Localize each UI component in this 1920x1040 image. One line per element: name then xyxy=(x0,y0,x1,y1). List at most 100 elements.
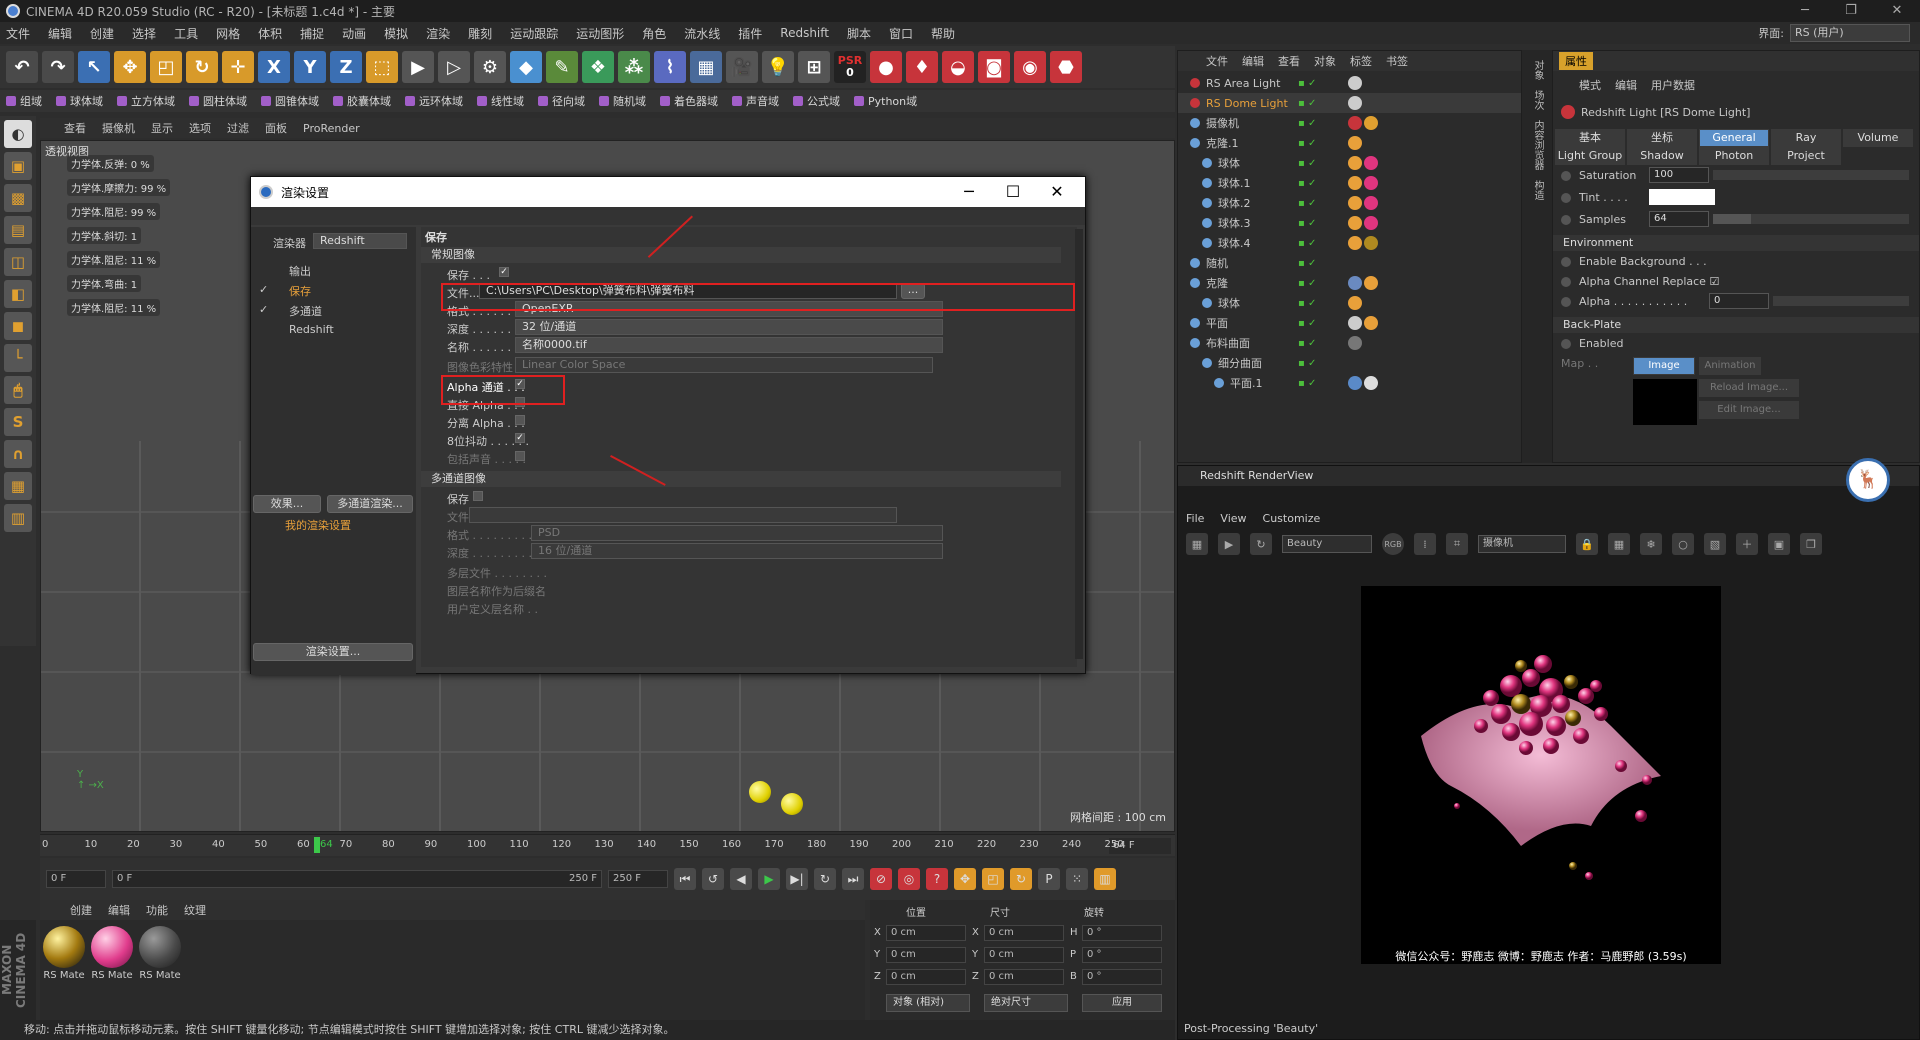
field-tool[interactable]: 球体域 xyxy=(56,93,103,109)
object-row[interactable]: RS Area Light ▪ ✓ xyxy=(1178,73,1521,93)
attr-menu-item[interactable]: 编辑 xyxy=(1615,77,1637,95)
interface-selector[interactable]: 界面: RS (用户) xyxy=(1758,24,1910,42)
viewport-menu-item[interactable]: 显示 xyxy=(151,120,173,136)
visibility-check-icon[interactable]: ▪ ✓ xyxy=(1298,158,1316,169)
alpha-field[interactable]: 0 xyxy=(1709,293,1769,309)
rs-light-icon[interactable]: ● xyxy=(870,51,902,83)
snowflake-icon[interactable]: ❄ xyxy=(1640,533,1662,555)
visibility-check-icon[interactable]: ▪ ✓ xyxy=(1298,298,1316,309)
om-menu-item[interactable]: 文件 xyxy=(1206,53,1228,69)
material-swatch[interactable]: RS Mate xyxy=(138,926,182,981)
alpha-replace-checkbox[interactable]: ☑ xyxy=(1709,275,1719,288)
object-row[interactable]: 球体.1 ▪ ✓ xyxy=(1178,173,1521,193)
rot-p-field[interactable]: 0 ° xyxy=(1082,947,1162,963)
record-icon[interactable]: ⊘ xyxy=(870,868,892,890)
interface-dropdown[interactable]: RS (用户) xyxy=(1790,24,1910,42)
attr-tab[interactable]: 基本 xyxy=(1555,129,1625,147)
menu-item[interactable]: 雕刻 xyxy=(468,25,492,42)
effects-button[interactable]: 效果... xyxy=(253,495,321,513)
x-axis-icon[interactable]: X xyxy=(258,51,290,83)
visibility-check-icon[interactable]: ▪ ✓ xyxy=(1298,78,1316,89)
tag-icon[interactable] xyxy=(1364,236,1378,250)
tint-swatch[interactable] xyxy=(1649,189,1715,205)
anim-dot[interactable] xyxy=(1561,257,1571,267)
lock-grid-icon[interactable]: ▥ xyxy=(4,504,32,532)
tag-icon[interactable] xyxy=(1364,176,1378,190)
rs-spot-icon[interactable]: ♦ xyxy=(906,51,938,83)
redshift-tool-icon[interactable]: ⊞ xyxy=(798,51,830,83)
tag-icon[interactable] xyxy=(1364,276,1378,290)
visibility-check-icon[interactable]: ▪ ✓ xyxy=(1298,358,1316,369)
edit-image-button[interactable]: Edit Image... xyxy=(1699,401,1799,419)
tag-icon[interactable] xyxy=(1348,116,1362,130)
autokey-icon[interactable]: ◎ xyxy=(898,868,920,890)
visibility-check-icon[interactable]: ▪ ✓ xyxy=(1298,378,1316,389)
key-param-icon[interactable]: P xyxy=(1038,868,1060,890)
attr-tab[interactable]: Project xyxy=(1771,147,1841,165)
sound-checkbox[interactable] xyxy=(515,451,525,461)
tag-icon[interactable] xyxy=(1348,176,1362,190)
prev-frame-icon[interactable]: ◀ xyxy=(730,868,752,890)
side-tab[interactable]: 构造 xyxy=(1530,180,1545,200)
coord-system-icon[interactable]: ⬚ xyxy=(366,51,398,83)
menu-item[interactable]: 网格 xyxy=(216,25,240,42)
floor-icon[interactable]: ▦ xyxy=(690,51,722,83)
object-row[interactable]: 球体.3 ▪ ✓ xyxy=(1178,213,1521,233)
viewport-menu-item[interactable]: 选项 xyxy=(189,120,211,136)
visibility-check-icon[interactable]: ▪ ✓ xyxy=(1298,178,1316,189)
size-mode-dropdown[interactable]: 绝对尺寸 xyxy=(984,994,1068,1012)
play-icon[interactable]: ▶ xyxy=(758,868,780,890)
attr-tab[interactable]: 坐标 xyxy=(1627,129,1697,147)
material-swatch[interactable]: RS Mate xyxy=(90,926,134,981)
material-swatch[interactable]: RS Mate xyxy=(42,926,86,981)
viewport-menu-item[interactable]: 面板 xyxy=(265,120,287,136)
pen-icon[interactable]: ✎ xyxy=(546,51,578,83)
dialog-maximize-button[interactable]: ☐ xyxy=(991,177,1035,207)
menu-item[interactable]: 动画 xyxy=(342,25,366,42)
range-slider[interactable]: 0 F 250 F xyxy=(112,870,602,888)
attr-tab[interactable]: Ray xyxy=(1771,129,1841,147)
restore-button[interactable]: ❐ xyxy=(1828,0,1874,22)
field-tool[interactable]: 径向域 xyxy=(538,93,585,109)
last-tool-icon[interactable]: ✛ xyxy=(222,51,254,83)
tweak-icon[interactable]: 🖱 xyxy=(4,376,32,404)
key-scale-icon[interactable]: ◰ xyxy=(982,868,1004,890)
yellow-ball[interactable] xyxy=(781,793,803,815)
regular-image-section[interactable]: 常规图像 xyxy=(421,247,1061,263)
subdivision-icon[interactable]: ❖ xyxy=(582,51,614,83)
multipass-check-icon[interactable]: ✓ xyxy=(259,303,268,316)
menu-item[interactable]: 帮助 xyxy=(931,25,955,42)
visibility-check-icon[interactable]: ▪ ✓ xyxy=(1298,258,1316,269)
object-row[interactable]: 球体.2 ▪ ✓ xyxy=(1178,193,1521,213)
nav-save[interactable]: 保存 xyxy=(289,283,311,299)
move-icon[interactable]: ✥ xyxy=(114,51,146,83)
attr-menu-item[interactable]: 用户数据 xyxy=(1651,77,1695,95)
visibility-check-icon[interactable]: ▪ ✓ xyxy=(1298,98,1316,109)
material-menu-item[interactable]: 纹理 xyxy=(184,902,206,918)
menu-item[interactable]: 插件 xyxy=(738,25,762,42)
viewport-menu-item[interactable]: 查看 xyxy=(64,120,86,136)
copy-icon[interactable]: ❐ xyxy=(1800,533,1822,555)
saturation-slider[interactable] xyxy=(1713,170,1909,180)
anim-dot[interactable] xyxy=(1561,277,1571,287)
menu-item[interactable]: 创建 xyxy=(90,25,114,42)
light-icon[interactable]: 💡 xyxy=(762,51,794,83)
object-row[interactable]: 平面 ▪ ✓ xyxy=(1178,313,1521,333)
material-menu-item[interactable]: 功能 xyxy=(146,902,168,918)
nav-multipass[interactable]: 多通道 xyxy=(289,303,322,319)
tag-icon[interactable] xyxy=(1348,276,1362,290)
mp-format-dropdown[interactable]: PSD xyxy=(531,525,943,541)
workplane-icon[interactable]: ▤ xyxy=(4,216,32,244)
attr-tab[interactable]: Shadow xyxy=(1627,147,1697,165)
prev-key-icon[interactable]: ↺ xyxy=(702,868,724,890)
tag-icon[interactable] xyxy=(1348,96,1362,110)
visibility-check-icon[interactable]: ▪ ✓ xyxy=(1298,138,1316,149)
object-mode-icon[interactable]: ▣ xyxy=(4,152,32,180)
points-mode-icon[interactable]: ◫ xyxy=(4,248,32,276)
object-row[interactable]: 细分曲面 ▪ ✓ xyxy=(1178,353,1521,373)
redo-icon[interactable]: ↷ xyxy=(42,51,74,83)
alpha-slider[interactable] xyxy=(1773,296,1909,306)
menu-item[interactable]: 捕捉 xyxy=(300,25,324,42)
rv-menu-item[interactable]: File xyxy=(1186,512,1204,525)
yellow-ball[interactable] xyxy=(749,781,771,803)
